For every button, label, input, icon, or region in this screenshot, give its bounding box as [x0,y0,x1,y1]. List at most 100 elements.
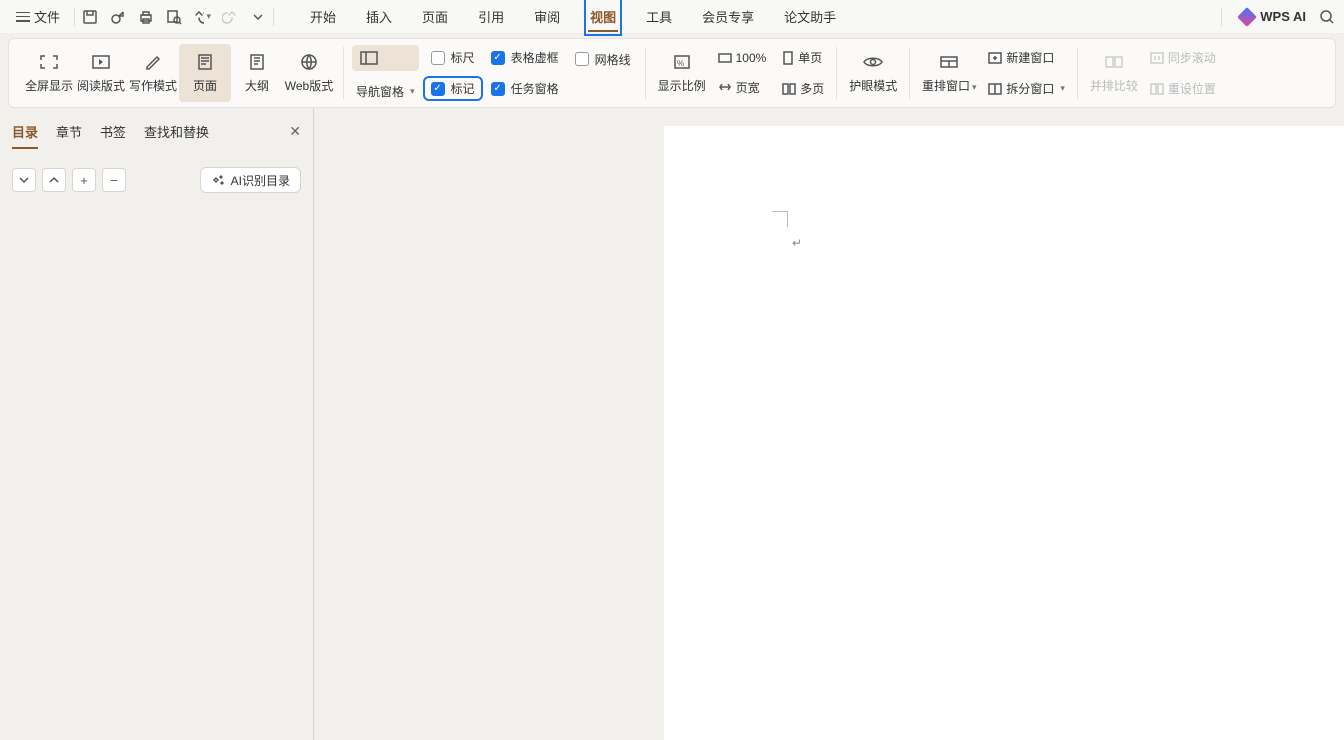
file-label: 文件 [34,7,60,26]
collapse-up-button[interactable] [42,168,66,192]
sidebar-tab-toc[interactable]: 目录 [12,118,38,145]
zoom-group: % 显示比例 100% 页宽 单页 多页 [646,39,837,107]
margin-marker [772,211,788,227]
reset-icon [1150,83,1164,95]
document-area[interactable]: ↵ [314,108,1344,740]
tab-page[interactable]: 页面 [420,1,450,32]
wps-ai-icon [1237,7,1257,27]
hundred-icon [718,51,732,65]
quick-access-toolbar: ▾ [81,8,267,26]
nav-pane-button[interactable] [352,45,419,71]
arrange-icon [938,53,960,71]
globe-icon [298,53,320,71]
checkbox-icon: ✓ [491,82,505,96]
divider [74,8,75,26]
search-icon[interactable] [1318,8,1336,26]
compare-button: 并排比较 [1086,44,1142,102]
sync-scroll-button: 同步滚动 [1146,47,1220,68]
sidebar-tab-bookmark[interactable]: 书签 [100,118,126,145]
marks-checkbox[interactable]: ✓ 标记 [425,78,481,99]
sidebar-tabs: 目录 章节 书签 查找和替换 ✕ [12,118,301,145]
eye-icon [862,53,884,71]
percent-icon: % [671,53,693,71]
multipage-icon [782,82,796,96]
file-menu-button[interactable]: 文件 [8,3,68,30]
sidebar-tools: + − AI识别目录 [12,167,301,193]
taskpane-checkbox[interactable]: ✓ 任务窗格 [485,78,565,99]
zoom-100-button[interactable]: 100% [714,49,771,67]
right-tools: WPS AI [1215,8,1336,26]
ai-toc-button[interactable]: AI识别目录 [200,167,301,193]
expand-down-button[interactable] [12,168,36,192]
tab-tools[interactable]: 工具 [644,1,674,32]
chevron-up-icon [49,175,59,185]
tab-start[interactable]: 开始 [308,1,338,32]
reading-layout-button[interactable]: 阅读版式 [75,44,127,102]
writing-mode-button[interactable]: 写作模式 [127,44,179,102]
wps-ai-button[interactable]: WPS AI [1240,9,1306,24]
menu-bar: 文件 ▾ 开始 插入 页面 引用 审阅 视图 工具 会员专享 论文助手 WPS … [0,0,1344,34]
checkbox-icon [575,52,589,66]
split-icon [988,83,1002,95]
workspace: 目录 章节 书签 查找和替换 ✕ + − AI识别目录 ↵ [0,108,1344,740]
tab-member[interactable]: 会员专享 [700,1,756,32]
divider [1221,8,1222,26]
export-icon[interactable] [109,8,127,26]
sidebar-tab-find[interactable]: 查找和替换 [144,118,209,145]
show-group: 导航窗格▾ 标尺 ✓ 标记 ✓ 表格虚框 ✓ 任务窗格 [344,39,645,107]
compare-group: 并排比较 同步滚动 重设位置 [1078,39,1228,107]
hamburger-icon [16,12,30,22]
multi-page-button[interactable]: 多页 [778,78,828,99]
print-preview-icon[interactable] [165,8,183,26]
page-width-button[interactable]: 页宽 [714,77,771,98]
chevron-down-icon [19,175,29,185]
fullscreen-button[interactable]: 全屏显示 [23,44,75,102]
svg-text:%: % [677,59,684,68]
ribbon-view: 全屏显示 阅读版式 写作模式 页面 大纲 Web版式 [8,38,1336,108]
arrange-windows-button[interactable]: 重排窗口▾ [918,44,980,102]
newwin-icon [988,52,1002,64]
tab-view[interactable]: 视图 [588,1,618,32]
document-page[interactable]: ↵ [664,126,1344,740]
print-icon[interactable] [137,8,155,26]
nav-pane-label[interactable]: 导航窗格▾ [352,81,419,102]
fullscreen-icon [38,53,60,71]
tab-review[interactable]: 审阅 [532,1,562,32]
outline-button[interactable]: 大纲 [231,44,283,102]
divider [273,8,274,26]
menu-tabs: 开始 插入 页面 引用 审阅 视图 工具 会员专享 论文助手 [308,1,838,32]
gridlines-checkbox[interactable]: 网格线 [569,49,637,70]
pagewidth-icon [718,80,732,94]
ruler-checkbox[interactable]: 标尺 [425,47,481,68]
pen-icon [142,53,164,71]
save-icon[interactable] [81,8,99,26]
close-icon[interactable]: ✕ [289,123,301,140]
web-layout-button[interactable]: Web版式 [283,44,335,102]
zoom-ratio-button[interactable]: % 显示比例 [654,44,710,102]
checkbox-icon: ✓ [491,51,505,65]
remove-button[interactable]: − [102,168,126,192]
new-window-button[interactable]: 新建窗口 [984,47,1069,68]
checkbox-icon: ✓ [431,82,445,96]
add-button[interactable]: + [72,168,96,192]
paragraph-mark-icon: ↵ [792,236,802,250]
singlepage-icon [782,51,794,65]
window-group: 重排窗口▾ 新建窗口 拆分窗口▾ [910,39,1077,107]
page-layout-button[interactable]: 页面 [179,44,231,102]
undo-button[interactable]: ▾ [193,8,211,26]
eye-mode-button[interactable]: 护眼模式 [845,44,901,102]
tab-thesis[interactable]: 论文助手 [782,1,838,32]
tab-reference[interactable]: 引用 [476,1,506,32]
sidebar-tab-chapter[interactable]: 章节 [56,118,82,145]
tableframe-checkbox[interactable]: ✓ 表格虚框 [485,47,565,68]
reset-position-button: 重设位置 [1146,78,1220,99]
redo-button[interactable] [221,8,239,26]
outline-icon [246,53,268,71]
split-window-button[interactable]: 拆分窗口▾ [984,78,1069,99]
compare-icon [1103,53,1125,71]
more-button[interactable] [249,8,267,26]
tab-insert[interactable]: 插入 [364,1,394,32]
eye-group: 护眼模式 [837,39,909,107]
view-modes-group: 全屏显示 阅读版式 写作模式 页面 大纲 Web版式 [15,39,343,107]
single-page-button[interactable]: 单页 [778,47,828,68]
